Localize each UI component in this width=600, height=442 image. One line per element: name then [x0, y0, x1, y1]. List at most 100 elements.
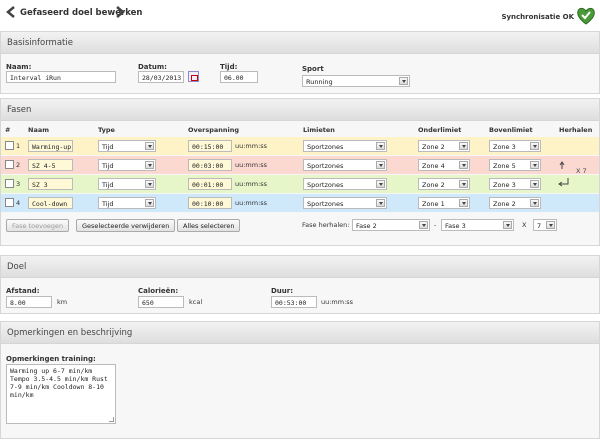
duration-unit: uu:mm:ss — [321, 298, 354, 306]
phase-span-unit: uu:mm:ss — [235, 199, 268, 207]
phase-type-select[interactable]: Tijd — [98, 178, 156, 190]
phase-span-input[interactable]: 00:10:00 — [188, 197, 232, 209]
phase-span-input[interactable]: 00:01:00 — [188, 178, 232, 190]
date-input[interactable]: 28/03/2013 — [138, 71, 184, 83]
distance-input[interactable]: 8.00 — [6, 296, 52, 308]
phase-upper-select[interactable]: Zone 2 — [489, 197, 541, 209]
repeat-count-label: X 7 — [576, 167, 587, 175]
chevron-right-icon[interactable] — [115, 6, 125, 18]
phase-type-value: Tijd — [102, 162, 114, 170]
resize-handle-icon[interactable] — [109, 417, 114, 422]
repeat-to-select[interactable]: Fase 3 — [441, 219, 514, 231]
time-input[interactable]: 06.00 — [220, 71, 258, 83]
heart-check-icon — [576, 6, 596, 26]
table-row: 2 SZ 4-5 Tijd 00:03:00 uu:mm:ss Sportzon… — [1, 156, 599, 174]
repeat-from-value: Fase 2 — [356, 222, 377, 230]
repeat-x-label: X — [522, 221, 527, 229]
delete-selected-button[interactable]: Geselecteerde verwijderen — [76, 219, 176, 232]
calories-input[interactable]: 650 — [138, 296, 184, 308]
phase-type-value: Tijd — [102, 143, 114, 151]
phase-upper-value: Zone 3 — [493, 181, 516, 189]
repeat-to-value: Fase 3 — [445, 222, 466, 230]
repeat-phase-label: Fase herhalen: — [302, 221, 350, 229]
phase-lower-select[interactable]: Zone 1 — [418, 197, 470, 209]
row-checkbox[interactable] — [5, 160, 14, 169]
calendar-icon[interactable] — [188, 71, 199, 82]
add-phase-button[interactable]: Fase toevoegen — [6, 219, 70, 232]
chevron-down-icon — [419, 221, 428, 229]
training-notes-label: Opmerkingen training: — [6, 355, 96, 363]
chevron-down-icon — [145, 161, 154, 169]
row-checkbox[interactable] — [5, 179, 14, 188]
phase-limit-value: Sportzones — [307, 162, 344, 170]
phase-span-input[interactable]: 00:03:00 — [188, 159, 232, 171]
phase-lower-select[interactable]: Zone 4 — [418, 159, 470, 171]
col-header-name: Naam — [28, 126, 49, 134]
chevron-down-icon — [376, 199, 385, 207]
training-notes-textarea[interactable]: Warming up 6-7 min/km Tempo 3.5-4.5 min/… — [6, 364, 116, 424]
duration-label: Duur: — [271, 287, 294, 295]
section-heading: Fasen — [1, 99, 599, 121]
name-input[interactable]: Interval iRun — [6, 71, 116, 83]
chevron-left-icon[interactable] — [6, 6, 16, 18]
duration-input[interactable]: 00:53:00 — [271, 296, 317, 308]
table-row: 4 Cool-down Tijd 00:10:00 uu:mm:ss Sport… — [1, 194, 599, 212]
phase-limit-select[interactable]: Sportzones — [303, 178, 387, 190]
col-header-span: Overspanning — [188, 126, 240, 134]
phase-lower-value: Zone 1 — [422, 200, 445, 208]
phase-name-input[interactable]: Warming-up — [28, 140, 73, 152]
phase-type-value: Tijd — [102, 181, 114, 189]
phase-type-select[interactable]: Tijd — [98, 140, 156, 152]
phase-limit-select[interactable]: Sportzones — [303, 159, 387, 171]
chevron-down-icon — [459, 199, 468, 207]
phase-name-input[interactable]: SZ 3 — [28, 178, 73, 190]
section-heading: Opmerkingen en beschrijving — [1, 322, 599, 344]
phase-lower-select[interactable]: Zone 2 — [418, 178, 470, 190]
top-bar: Gefaseerd doel bewerken Synchronisatie O… — [0, 0, 600, 28]
sport-select[interactable]: Running — [302, 75, 410, 87]
phase-limit-value: Sportzones — [307, 200, 344, 208]
distance-unit: km — [57, 298, 68, 306]
phase-lower-value: Zone 4 — [422, 162, 445, 170]
calories-unit: kcal — [189, 298, 203, 306]
row-checkbox[interactable] — [5, 198, 14, 207]
chevron-down-icon — [145, 199, 154, 207]
phase-upper-value: Zone 2 — [493, 200, 516, 208]
phase-name-input[interactable]: Cool-down — [28, 197, 73, 209]
chevron-down-icon — [145, 142, 154, 150]
col-header-lower: Onderlimiet — [418, 126, 462, 134]
chevron-down-icon — [530, 199, 539, 207]
repeat-count-select[interactable]: 7 — [533, 219, 557, 231]
sport-label: Sport — [302, 65, 324, 73]
name-label: Naam: — [6, 63, 32, 71]
phase-limit-value: Sportzones — [307, 143, 344, 151]
phase-span-input[interactable]: 00:15:00 — [188, 140, 232, 152]
phase-upper-select[interactable]: Zone 5 — [489, 159, 541, 171]
phase-type-select[interactable]: Tijd — [98, 159, 156, 171]
repeat-from-select[interactable]: Fase 2 — [352, 219, 430, 231]
distance-label: Afstand: — [6, 287, 40, 295]
phase-name-input[interactable]: SZ 4-5 — [28, 159, 73, 171]
phase-limit-select[interactable]: Sportzones — [303, 140, 387, 152]
repeat-count-value: 7 — [537, 222, 542, 230]
date-label: Datum: — [138, 63, 167, 71]
phase-upper-value: Zone 3 — [493, 143, 516, 151]
chevron-down-icon — [376, 161, 385, 169]
phase-upper-select[interactable]: Zone 3 — [489, 178, 541, 190]
phase-lower-select[interactable]: Zone 2 — [418, 140, 470, 152]
row-number: 3 — [16, 180, 21, 188]
chevron-down-icon — [530, 180, 539, 188]
select-all-button[interactable]: Alles selecteren — [177, 219, 241, 232]
phase-upper-select[interactable]: Zone 3 — [489, 140, 541, 152]
phase-lower-value: Zone 2 — [422, 181, 445, 189]
phase-type-select[interactable]: Tijd — [98, 197, 156, 209]
col-header-upper: Bovenlimiet — [489, 126, 533, 134]
time-label: Tijd: — [220, 63, 238, 71]
phase-limit-select[interactable]: Sportzones — [303, 197, 387, 209]
row-checkbox[interactable] — [5, 141, 14, 150]
phase-span-unit: uu:mm:ss — [235, 142, 268, 150]
row-number: 4 — [16, 199, 21, 207]
training-notes-text: Warming up 6-7 min/km Tempo 3.5-4.5 min/… — [10, 367, 108, 399]
phase-type-value: Tijd — [102, 200, 114, 208]
repeat-arrow-icon — [558, 160, 572, 188]
